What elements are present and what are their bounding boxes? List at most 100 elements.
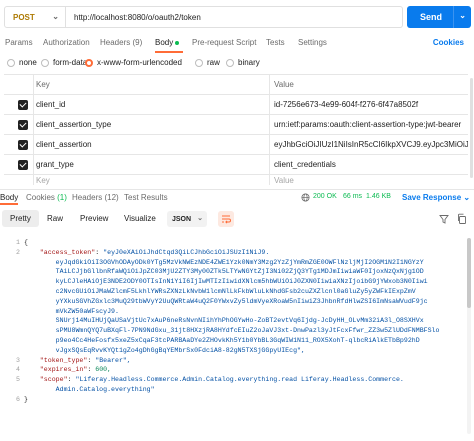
status-code[interactable]: 200 OK [313,193,337,200]
radio-form-data-label: form-data [53,58,88,67]
format-select[interactable]: JSON ⌄ [167,211,207,227]
cookies-count: (1) [57,193,67,202]
param-value[interactable]: eyJhbGciOiJIUzI1NiIsInR5cCI6IkpXVCJ9.eyJ… [270,135,468,154]
modified-dot-icon [175,40,180,45]
table-row[interactable]: client_id id-7256e673-4e99-604f-f276-6f4… [4,95,468,115]
code-line: "scope": "Liferay.Headless.Commerce.Admi… [39,376,404,384]
chevron-down-icon: ⌄ [463,193,471,202]
line-number: 6 [16,395,20,403]
tab-response-headers[interactable]: Headers (12) [72,193,119,202]
response-toolbar: Pretty Raw Preview Visualize [0,208,474,230]
radio-urlencoded-label: x-www-form-urlencoded [97,58,182,67]
url-input[interactable]: http://localhost:8080/o/oauth2/token [66,6,403,28]
code-line: { [24,239,28,246]
view-raw-button[interactable]: Raw [39,210,71,227]
view-pretty-button[interactable]: Pretty [2,210,39,227]
format-label: JSON [172,215,192,223]
param-value[interactable]: urn:ietf:params:oauth:client-assertion-t… [270,115,468,134]
param-value[interactable]: id-7256e673-4e99-604f-f276-6f47a8502f [270,95,468,114]
wrap-lines-icon[interactable] [218,211,234,227]
table-row[interactable]: grant_type client_credentials [4,155,468,175]
save-response-button[interactable]: Save Response ⌄ [402,193,470,202]
body-type-selector: none form-data x-www-form-urlencoded raw… [0,58,474,70]
header-check-cell [4,75,34,94]
radio-none[interactable]: none [7,58,37,67]
table-row[interactable]: client_assertion_type urn:ietf:params:oa… [4,115,468,135]
radio-urlencoded[interactable]: x-www-form-urlencoded [85,58,182,67]
radio-binary-label: binary [238,58,260,67]
new-key-placeholder[interactable]: Key [34,175,270,185]
tab-params[interactable]: Params [5,38,33,47]
table-row-empty[interactable]: Key Value [4,175,468,185]
url-text: http://localhost:8080/o/oauth2/token [74,12,201,22]
json-string-value: yYXkuSGVhZGxlc3MuQ29tbWVyY2UuQWRtaW4uQ2F… [55,297,428,305]
save-response-label: Save Response [402,193,462,202]
send-button[interactable]: Send ⌄ [407,6,471,28]
code-line: sPMU8WmnQYQ7uBXqFl-7PN9NdGxu_31jt8HXzjRA… [24,326,440,336]
cookies-link[interactable]: Cookies [433,38,464,47]
checkbox-checked[interactable] [18,120,28,130]
tab-test-results[interactable]: Test Results [124,193,168,202]
response-size[interactable]: 1.46 KB [366,193,391,200]
radio-circle-icon [41,58,49,67]
row-check-cell [4,115,34,134]
checkbox-checked[interactable] [18,160,28,170]
globe-icon [301,193,310,202]
radio-circle-icon [7,58,15,67]
code-line: Admin.Catalog.everything" [24,385,155,395]
active-tab-indicator [0,203,18,205]
tab-settings[interactable]: Settings [298,38,327,47]
params-table: Key Value client_id id-7256e673-4e99-604… [4,74,468,185]
filter-icon[interactable] [438,213,450,225]
tab-pre-request-script[interactable]: Pre-request Script [192,38,256,47]
checkbox-checked[interactable] [18,100,28,110]
active-tab-indicator [155,51,183,53]
view-visualize-button[interactable]: Visualize [116,210,164,227]
tab-body[interactable]: Body [155,38,180,47]
code-line: mVkZW50aWFscyJ9. [24,307,119,317]
code-line: eyJqdGkiOiI3OGVhODAyODk0YTg5MzVkNWEzNDE4… [24,258,424,268]
tab-cookies-label: Cookies [26,193,55,202]
param-key[interactable]: client_assertion_type [34,115,270,134]
table-scrollbar[interactable] [468,74,474,184]
param-key[interactable]: client_assertion [34,135,270,154]
json-number-value: 600, [95,366,112,374]
radio-binary[interactable]: binary [226,58,260,67]
new-value-placeholder[interactable]: Value [270,175,468,185]
copy-icon[interactable] [456,213,468,225]
column-header-value: Value [274,80,294,89]
tab-headers[interactable]: Headers (9) [100,38,142,47]
table-row[interactable]: client_assertion eyJhbGciOiJIUzI1NiIsInR… [4,135,468,155]
code-line: SNUrj14MuIHUjQaUSaVjtUc7xAuP6neRsNvnNIih… [24,316,424,326]
method-label: POST [13,12,35,22]
chevron-down-icon[interactable]: ⌄ [459,11,466,20]
tab-response-cookies[interactable]: Cookies (1) [26,193,67,202]
code-scrollbar-thumb[interactable] [467,238,471,308]
code-line: yYXkuSGVhZGxlc3MuQ29tbWVyY2UuQWRtaW4uQ2F… [24,297,428,307]
param-key[interactable]: client_id [34,95,270,114]
response-time[interactable]: 66 ms [343,193,362,200]
radio-selected-icon [85,58,93,67]
radio-raw-label: raw [207,58,220,67]
checkbox-checked[interactable] [18,140,28,150]
tab-authorization[interactable]: Authorization [43,38,90,47]
request-tabs: Params Authorization Headers (9) Body Pr… [0,35,474,53]
code-line: p9eo4Cc4HeFosfx5xeZ5xCqaF3tcPARBAaDYe2ZH… [24,336,420,346]
json-string-value: Admin.Catalog.everything" [55,386,155,393]
param-key[interactable]: grant_type [34,155,270,174]
tab-tests[interactable]: Tests [266,38,285,47]
tab-response-body[interactable]: Body [0,193,18,202]
code-line: "access_token": "eyJ0eXAiOiJhdCtqd3QiLCJ… [39,248,270,256]
radio-form-data[interactable]: form-data [41,58,87,67]
row-check-cell [4,135,34,154]
response-body-code[interactable]: 1 {2 "access_token": "eyJ0eXAiOiJhdCtqd3Q… [0,234,474,441]
json-string-value: mVkZW50aWFscyJ9. [55,307,119,315]
json-key: "scope" [39,376,68,384]
radio-raw[interactable]: raw [195,58,220,67]
method-select[interactable]: POST ⌄ [4,6,66,28]
json-string-value: "Bearer", [95,356,131,364]
code-line: TAiLCJjbGllbnRfaWQiOiJpZC03MjU2ZTY3My00Z… [24,267,424,277]
param-value[interactable]: client_credentials [270,155,468,174]
view-preview-button[interactable]: Preview [72,210,116,227]
json-string-value: vJgxSQsEqRvvKYQt1gZo4gDhGgBqYEMbrSx0Fdci… [55,346,305,354]
